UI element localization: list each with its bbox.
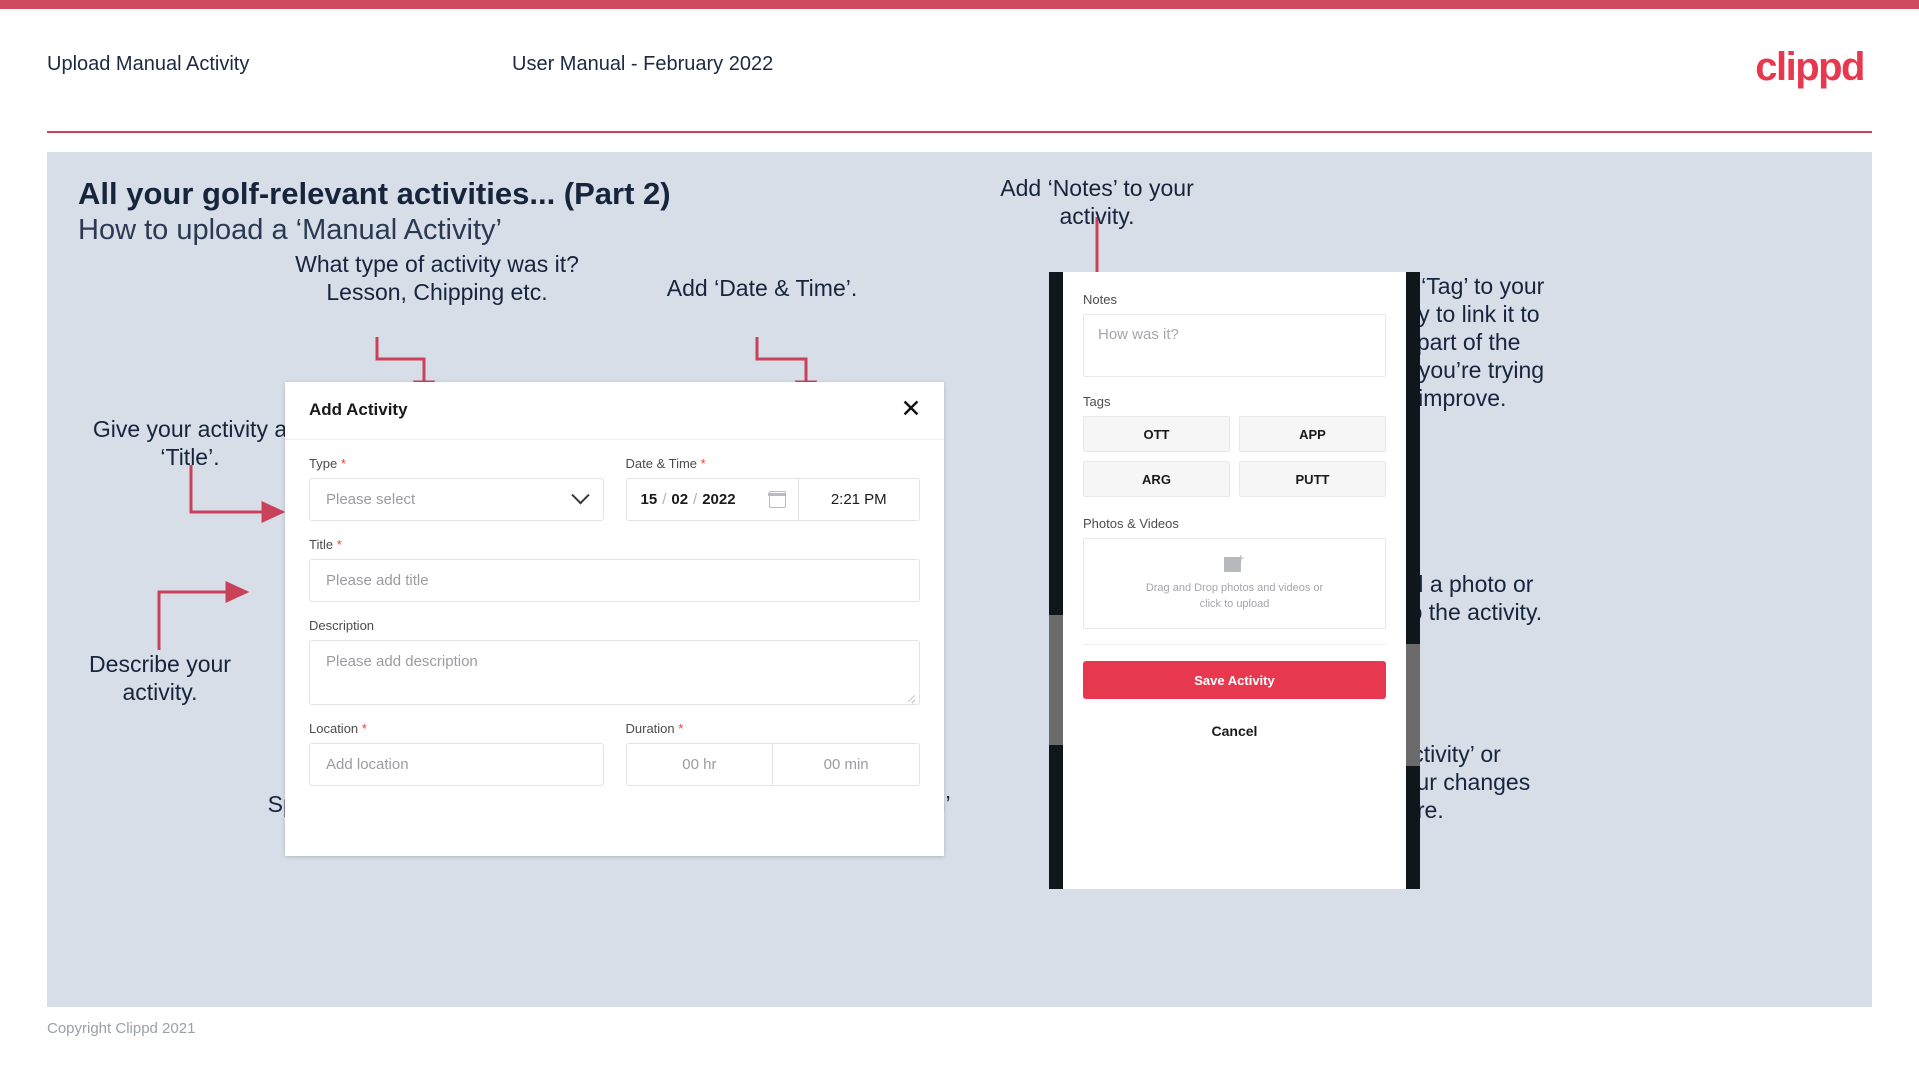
duration-hours-input[interactable]: 00 hr: [627, 744, 774, 785]
phone-notes-label: Notes: [1083, 292, 1117, 307]
phone-mockup: Notes How was it? Tags OTT APP ARG PUTT …: [1049, 272, 1420, 889]
field-duration: Duration * 00 hr 00 min: [625, 721, 921, 786]
calendar-icon[interactable]: [767, 491, 786, 508]
slide-canvas: All your golf-relevant activities... (Pa…: [47, 152, 1872, 1007]
field-date-time-label-text: Date & Time: [625, 456, 698, 471]
field-title: Title * Please add title: [309, 537, 920, 602]
phone-button-left: [1049, 615, 1063, 745]
field-location: Location * Add location: [309, 721, 604, 786]
field-duration-required: *: [678, 721, 684, 736]
field-location-required: *: [361, 721, 367, 736]
slide-title: All your golf-relevant activities... (Pa…: [78, 176, 671, 211]
footer-copyright: Copyright Clippd 2021: [47, 1020, 196, 1037]
header-divider: [47, 131, 1872, 133]
field-description-label-text: Description: [309, 618, 375, 633]
photo-dropzone[interactable]: + Drag and Drop photos and videos or cli…: [1083, 538, 1386, 629]
date-time-group: 15 / 02 / 2022 2:21 PM: [625, 478, 920, 521]
header-title: Upload Manual Activity: [47, 53, 250, 75]
field-description: Description Please add description: [309, 618, 920, 705]
field-title-label-text: Title: [309, 537, 334, 552]
phone-tags-label: Tags: [1083, 394, 1111, 409]
field-date-time: Date & Time * 15 / 02 / 2022 2:21 PM: [625, 456, 921, 521]
chevron-down-icon: [570, 486, 590, 505]
type-select-placeholder: Please select: [326, 491, 416, 508]
field-type-label-text: Type: [309, 456, 338, 471]
page-header: Upload Manual Activity User Manual - Feb…: [0, 9, 1919, 133]
field-location-label: Location *: [309, 721, 604, 736]
phone-notes-input[interactable]: How was it?: [1083, 314, 1386, 377]
annotation-title-text: Give your activity a ‘Title’.: [92, 416, 288, 471]
row-type-datetime: Type * Please select Date & Time * 15 / …: [309, 456, 920, 521]
dropzone-text: Drag and Drop photos and videos or click…: [1146, 581, 1323, 613]
duration-group: 00 hr 00 min: [625, 743, 920, 786]
phone-photos-label: Photos & Videos: [1083, 516, 1179, 531]
duration-minutes-input[interactable]: 00 min: [773, 744, 919, 785]
modal-body: Type * Please select Date & Time * 15 / …: [285, 456, 944, 786]
cancel-button[interactable]: Cancel: [1083, 723, 1386, 739]
date-day: 15: [640, 491, 658, 508]
phone-button-right: [1406, 644, 1420, 766]
tag-ott[interactable]: OTT: [1083, 416, 1230, 452]
dropzone-line-1: Drag and Drop photos and videos or: [1145, 581, 1324, 594]
modal-title: Add Activity: [309, 400, 408, 419]
resize-handle-icon[interactable]: [906, 692, 916, 702]
field-date-time-required: *: [700, 456, 706, 471]
field-type-required: *: [340, 456, 346, 471]
time-input[interactable]: 2:21 PM: [799, 479, 920, 520]
field-type-label: Type *: [309, 456, 604, 471]
field-title-required: *: [336, 537, 342, 552]
field-title-label: Title *: [309, 537, 920, 552]
field-type: Type * Please select: [309, 456, 604, 521]
top-accent-bar: [0, 0, 1919, 9]
annotation-type-text: What type of activity was it? Lesson, Chi…: [295, 251, 579, 306]
date-input[interactable]: 15 / 02 / 2022: [627, 479, 799, 520]
field-description-label: Description: [309, 618, 920, 633]
add-image-icon: +: [1223, 553, 1246, 574]
tag-arg[interactable]: ARG: [1083, 461, 1230, 497]
phone-tags-grid: OTT APP ARG PUTT: [1083, 416, 1386, 497]
date-year: 2022: [702, 491, 736, 508]
save-activity-button[interactable]: Save Activity: [1083, 661, 1386, 699]
phone-screen: Notes How was it? Tags OTT APP ARG PUTT …: [1063, 272, 1406, 889]
phone-divider: [1083, 644, 1386, 645]
title-input-placeholder: Please add title: [326, 572, 429, 589]
date-sep-1: /: [662, 491, 667, 508]
slide-subtitle: How to upload a ‘Manual Activity’: [78, 214, 502, 246]
description-placeholder: Please add description: [326, 653, 478, 670]
field-duration-label-text: Duration: [625, 721, 675, 736]
row-location-duration: Location * Add location Duration * 00 hr…: [309, 721, 920, 786]
field-location-label-text: Location: [309, 721, 359, 736]
phone-frame-right: [1406, 272, 1420, 889]
close-icon[interactable]: ✕: [896, 394, 926, 424]
location-input[interactable]: Add location: [309, 743, 604, 786]
location-input-placeholder: Add location: [326, 756, 409, 773]
annotation-description-text: Describe your activity.: [89, 651, 231, 706]
annotation-notes: Add ‘Notes’ to your activity.: [977, 174, 1217, 230]
field-duration-label: Duration *: [626, 721, 921, 736]
annotation-date-time: Add ‘Date & Time’.: [662, 274, 862, 302]
field-date-time-label: Date & Time *: [626, 456, 921, 471]
tag-app[interactable]: APP: [1239, 416, 1386, 452]
type-select[interactable]: Please select: [309, 478, 604, 521]
phone-frame-left: [1049, 272, 1063, 889]
annotation-notes-text: Add ‘Notes’ to your activity.: [1000, 175, 1194, 230]
header-subtitle: User Manual - February 2022: [512, 53, 774, 75]
add-activity-modal: Add Activity ✕ Type * Please select Date…: [285, 382, 944, 856]
annotation-date-time-text: Add ‘Date & Time’.: [666, 275, 858, 301]
annotation-description: Describe your activity.: [57, 650, 263, 706]
annotation-title: Give your activity a ‘Title’.: [57, 415, 323, 471]
title-input[interactable]: Please add title: [309, 559, 920, 602]
description-textarea[interactable]: Please add description: [309, 640, 920, 705]
date-sep-2: /: [693, 491, 698, 508]
dropzone-line-2: click to upload: [1199, 597, 1270, 610]
annotation-type: What type of activity was it? Lesson, Chi…: [287, 250, 587, 306]
clippd-logo: clippd: [1755, 45, 1865, 89]
date-month: 02: [671, 491, 689, 508]
modal-header: Add Activity ✕: [285, 382, 944, 440]
phone-notes-placeholder: How was it?: [1098, 326, 1179, 343]
tag-putt[interactable]: PUTT: [1239, 461, 1386, 497]
